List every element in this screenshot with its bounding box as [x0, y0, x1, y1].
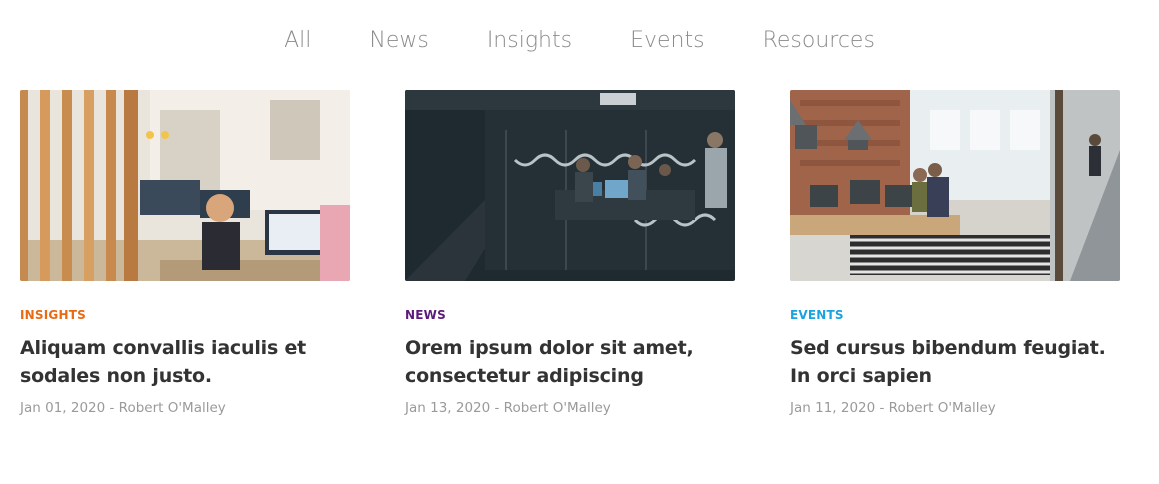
- post-image-bright-office[interactable]: [20, 90, 350, 281]
- filter-tab-events[interactable]: Events: [630, 28, 705, 53]
- post-meta: Jan 01, 2020 - Robert O'Malley: [20, 400, 226, 416]
- filter-tab-news[interactable]: News: [369, 28, 428, 53]
- post-title[interactable]: Aliquam convallis iaculis et sodales non…: [20, 334, 350, 390]
- filter-tab-resources[interactable]: Resources: [763, 28, 875, 53]
- filter-tabs: All News Insights Events Resources: [0, 28, 1159, 53]
- post-grid: INSIGHTS Aliquam convallis iaculis et so…: [20, 90, 1120, 416]
- post-title[interactable]: Sed cursus bibendum feugiat. In orci sap…: [790, 334, 1120, 390]
- post-meta: Jan 11, 2020 - Robert O'Malley: [790, 400, 996, 416]
- post-category[interactable]: EVENTS: [790, 308, 1120, 322]
- filter-tab-insights[interactable]: Insights: [487, 28, 572, 53]
- post-card: NEWS Orem ipsum dolor sit amet, consecte…: [405, 90, 735, 416]
- filter-tab-all[interactable]: All: [284, 28, 311, 53]
- post-image-loft-office[interactable]: [790, 90, 1120, 281]
- post-image-dark-meeting-room[interactable]: [405, 90, 735, 281]
- post-category[interactable]: INSIGHTS: [20, 308, 350, 322]
- post-meta: Jan 13, 2020 - Robert O'Malley: [405, 400, 611, 416]
- post-category[interactable]: NEWS: [405, 308, 735, 322]
- post-title[interactable]: Orem ipsum dolor sit amet, consectetur a…: [405, 334, 735, 390]
- post-card: INSIGHTS Aliquam convallis iaculis et so…: [20, 90, 350, 416]
- post-card: EVENTS Sed cursus bibendum feugiat. In o…: [790, 90, 1120, 416]
